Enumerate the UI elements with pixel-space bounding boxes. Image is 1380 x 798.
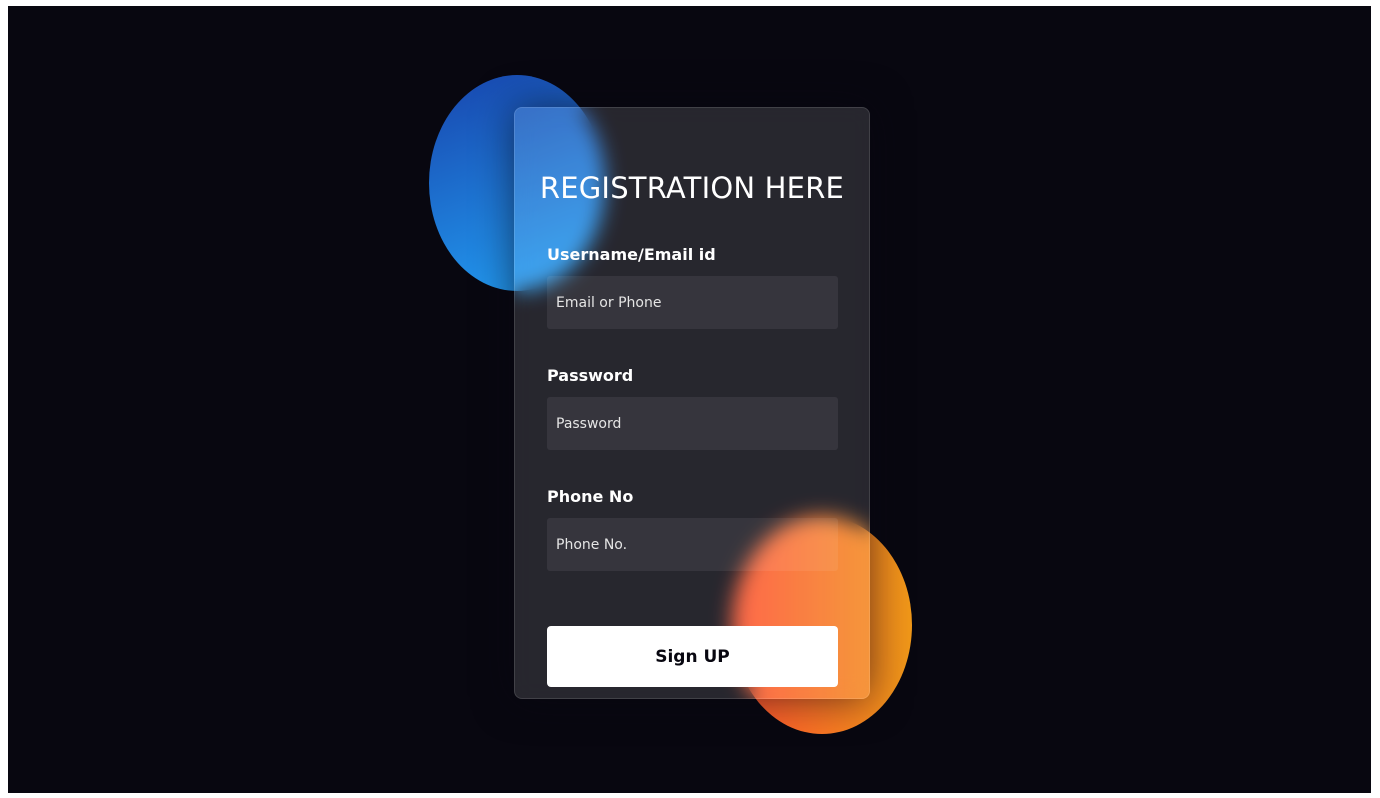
form-title: REGISTRATION HERE <box>539 171 845 205</box>
username-label: Username/Email id <box>547 245 716 264</box>
registration-form: REGISTRATION HERE Username/Email id Pass… <box>514 107 870 699</box>
password-input[interactable] <box>547 397 838 450</box>
username-input[interactable] <box>547 276 838 329</box>
phone-label: Phone No <box>547 487 634 506</box>
page-background: REGISTRATION HERE Username/Email id Pass… <box>8 6 1371 793</box>
phone-input[interactable] <box>547 518 838 571</box>
password-label: Password <box>547 366 634 385</box>
sign-up-button[interactable]: Sign UP <box>547 626 838 687</box>
